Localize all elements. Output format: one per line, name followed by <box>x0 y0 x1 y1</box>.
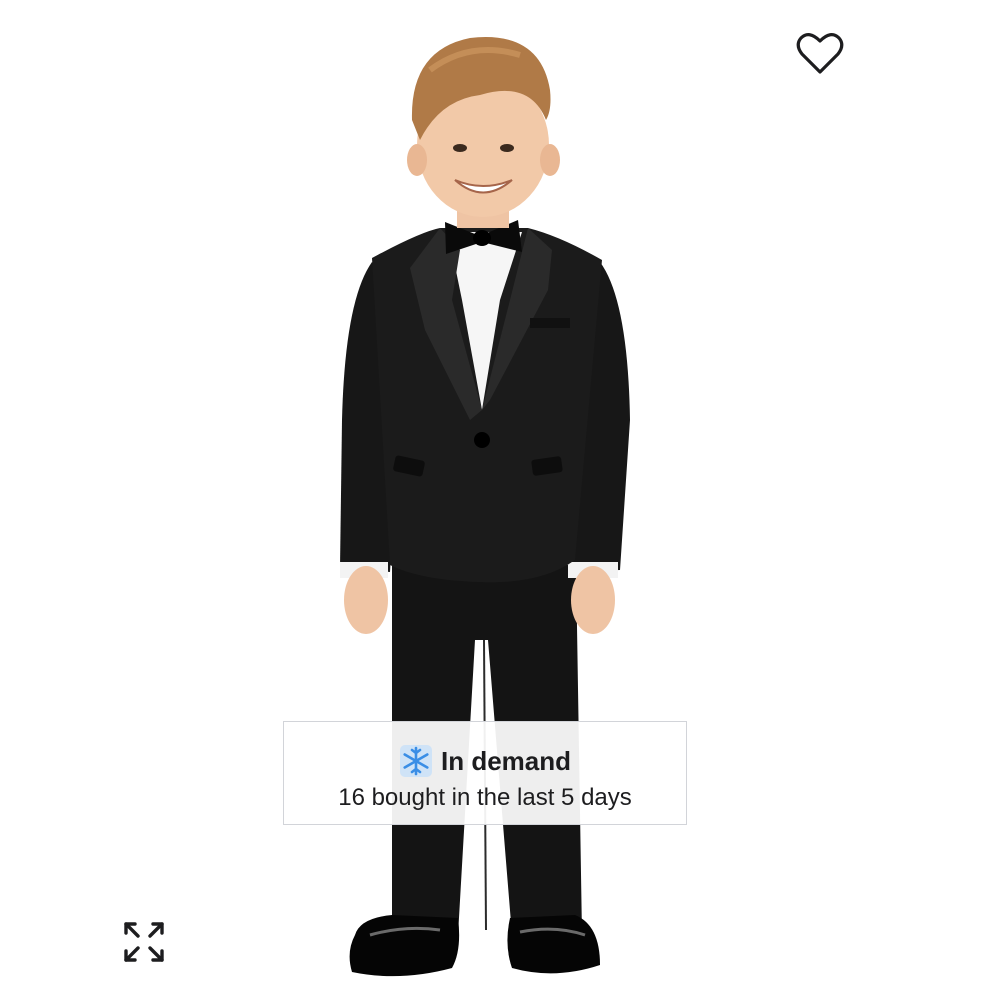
expand-image-button[interactable] <box>120 918 168 966</box>
badge-title: In demand <box>440 745 571 776</box>
wishlist-button[interactable] <box>795 30 845 76</box>
expand-arrows-icon <box>124 922 164 962</box>
snowflake-icon <box>399 745 432 777</box>
product-image <box>340 37 630 977</box>
badge-subtitle: 16 bought in the last 5 days <box>338 784 632 811</box>
right-shoe <box>507 915 600 974</box>
in-demand-badge: In demand 16 bought in the last 5 days <box>283 721 687 825</box>
left-shoe <box>349 915 460 977</box>
heart-outline-icon <box>796 33 844 74</box>
badge-title-row: In demand <box>284 742 686 780</box>
